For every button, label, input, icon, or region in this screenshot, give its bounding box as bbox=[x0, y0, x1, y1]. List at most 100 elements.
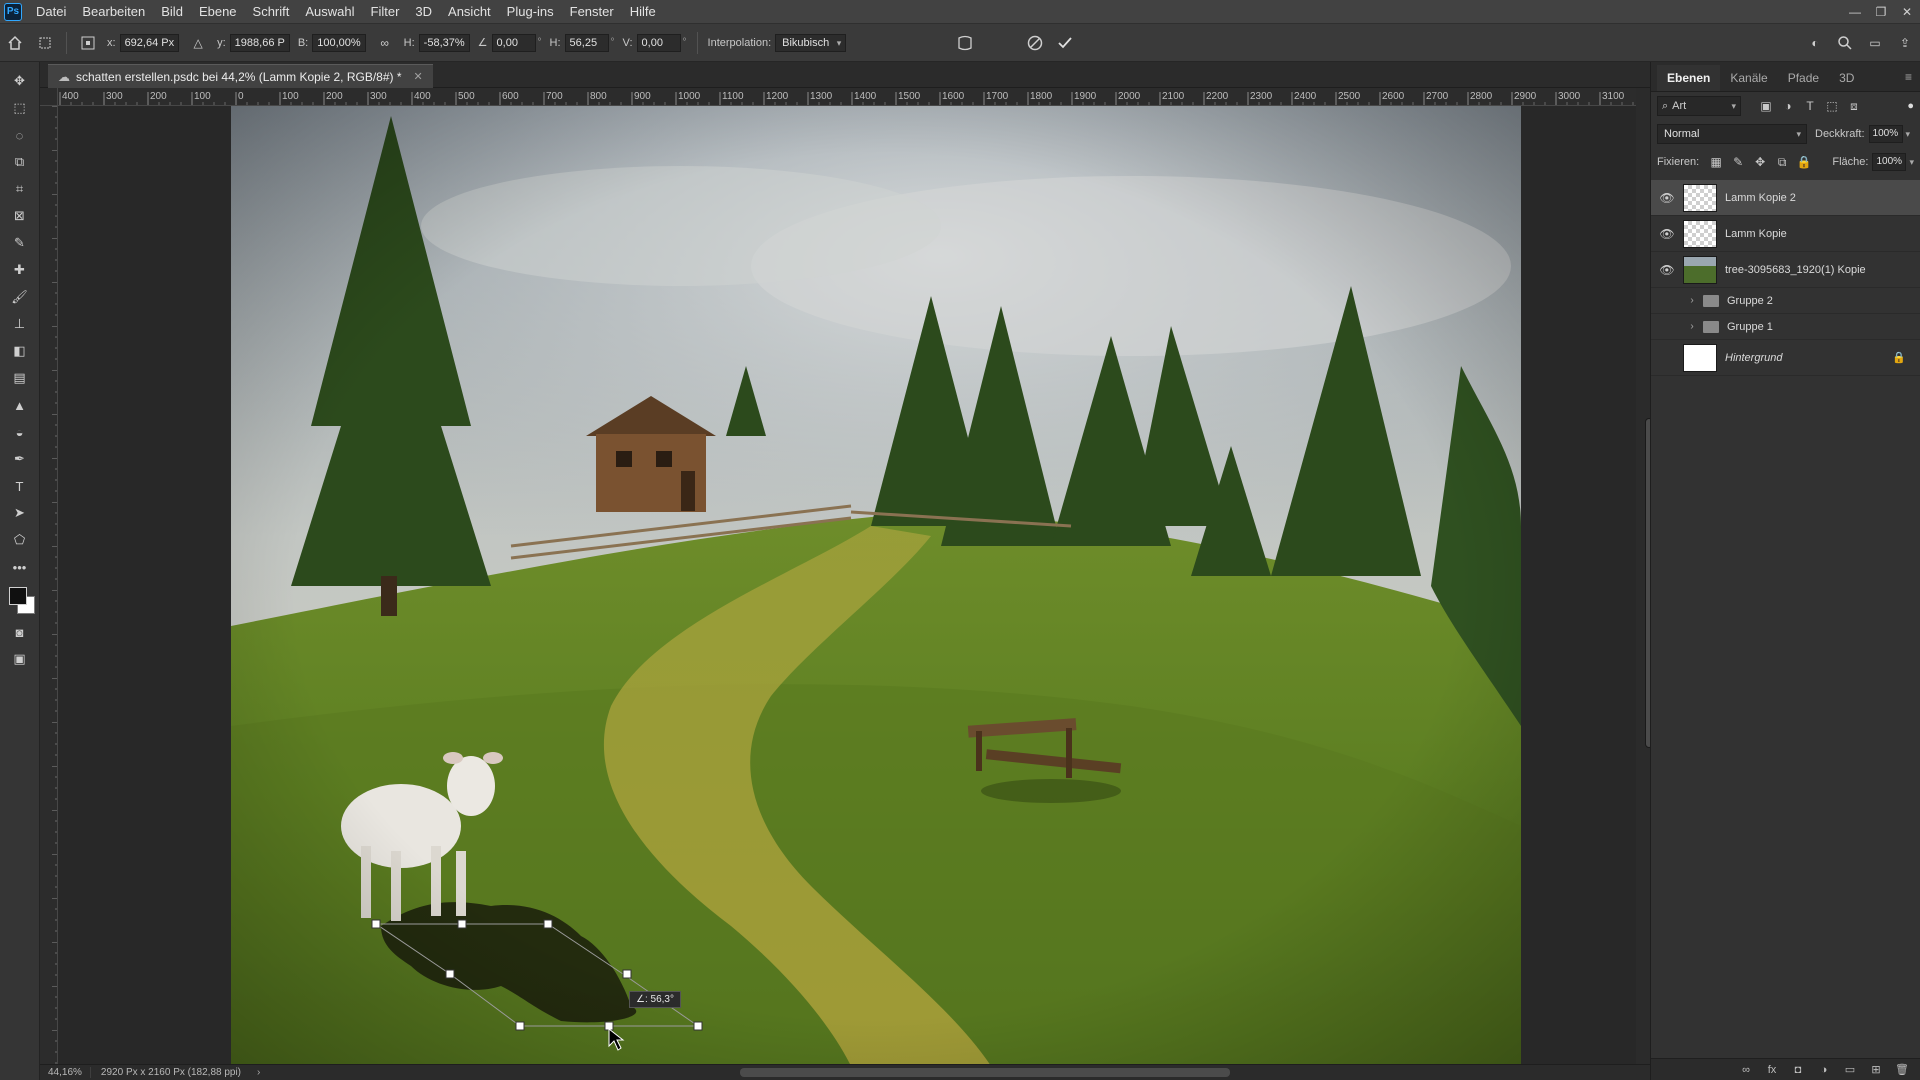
add-mask-icon[interactable]: ◘ bbox=[1785, 1064, 1811, 1076]
lock-all-icon[interactable]: 🔒 bbox=[1793, 155, 1815, 170]
filter-adjustment-icon[interactable]: ◑ bbox=[1777, 99, 1799, 114]
crop-tool-icon[interactable]: ⌗ bbox=[6, 176, 34, 202]
account-icon[interactable]: ◐ bbox=[1804, 32, 1826, 54]
document-tab[interactable]: ☁ schatten erstellen.psdc bei 44,2% (Lam… bbox=[48, 64, 433, 88]
transform-handle[interactable] bbox=[622, 969, 632, 979]
lock-artboard-icon[interactable]: ⧉ bbox=[1771, 155, 1793, 170]
width-input[interactable]: 100,00% bbox=[312, 33, 366, 52]
delete-layer-icon[interactable]: 🗑 bbox=[1889, 1063, 1915, 1076]
menu-auswahl[interactable]: Auswahl bbox=[297, 0, 362, 24]
interpolation-select[interactable]: Bikubisch bbox=[775, 33, 847, 52]
color-swatches[interactable] bbox=[5, 585, 35, 619]
height-input[interactable]: -58,37% bbox=[418, 33, 470, 52]
eye-hidden-icon[interactable]: · bbox=[1657, 351, 1677, 365]
transform-handle[interactable] bbox=[445, 969, 455, 979]
blend-mode-select[interactable]: Normal bbox=[1657, 124, 1807, 144]
shape-tool-icon[interactable]: ⬠ bbox=[6, 527, 34, 553]
transform-handle[interactable] bbox=[515, 1021, 525, 1031]
menu-bearbeiten[interactable]: Bearbeiten bbox=[74, 0, 153, 24]
type-tool-icon[interactable]: T bbox=[6, 473, 34, 499]
document-canvas[interactable] bbox=[58, 106, 1636, 1064]
chevron-down-icon[interactable]: ▾ bbox=[1906, 129, 1911, 140]
chevron-right-icon[interactable]: › bbox=[1685, 321, 1699, 332]
transform-handle[interactable] bbox=[371, 919, 381, 929]
layer-row[interactable]: 👁 Lamm Kopie bbox=[1651, 216, 1920, 252]
close-tab-icon[interactable]: ✕ bbox=[414, 70, 423, 83]
layer-row[interactable]: · Hintergrund 🔒 bbox=[1651, 340, 1920, 376]
lock-pixels-icon[interactable]: ✎ bbox=[1727, 155, 1749, 170]
opacity-input[interactable]: 100% bbox=[1868, 125, 1903, 143]
move-tool-icon[interactable]: ✥ bbox=[6, 68, 34, 94]
path-select-tool-icon[interactable]: ➤ bbox=[6, 500, 34, 526]
tab-ebenen[interactable]: Ebenen bbox=[1657, 65, 1721, 91]
menu-ebene[interactable]: Ebene bbox=[191, 0, 245, 24]
pen-tool-icon[interactable]: ✒ bbox=[6, 446, 34, 472]
screen-mode-icon[interactable]: ▣ bbox=[6, 646, 34, 672]
brush-tool-icon[interactable]: 🖌 bbox=[6, 284, 34, 310]
horizontal-scrollbar[interactable] bbox=[740, 1068, 1230, 1077]
eye-hidden-icon[interactable]: · bbox=[1657, 294, 1677, 308]
lock-transparency-icon[interactable]: ▦ bbox=[1705, 155, 1727, 170]
vertical-scrollbar[interactable] bbox=[1636, 88, 1653, 1064]
chevron-right-icon[interactable]: › bbox=[257, 1067, 260, 1078]
menu-bild[interactable]: Bild bbox=[153, 0, 191, 24]
x-input[interactable]: 692,64 Px bbox=[119, 33, 180, 52]
lasso-tool-icon[interactable]: ◌ bbox=[6, 122, 34, 148]
transform-handle[interactable] bbox=[543, 919, 553, 929]
filter-type-icon[interactable]: T bbox=[1799, 99, 1821, 114]
filter-shape-icon[interactable]: ⬚ bbox=[1821, 99, 1843, 114]
reference-point-icon[interactable] bbox=[77, 32, 99, 54]
menu-hilfe[interactable]: Hilfe bbox=[622, 0, 664, 24]
search-icon[interactable] bbox=[1834, 32, 1856, 54]
vskew-input[interactable]: 0,00 bbox=[636, 33, 681, 52]
transform-tool-icon[interactable] bbox=[34, 32, 56, 54]
object-select-tool-icon[interactable]: ⧉ bbox=[6, 149, 34, 175]
quick-mask-icon[interactable]: ◙ bbox=[6, 619, 34, 645]
tab-kanaele[interactable]: Kanäle bbox=[1720, 65, 1777, 91]
zoom-level[interactable]: 44,16% bbox=[40, 1067, 91, 1078]
eye-hidden-icon[interactable]: · bbox=[1657, 320, 1677, 334]
menu-filter[interactable]: Filter bbox=[363, 0, 408, 24]
commit-icon[interactable] bbox=[1054, 32, 1076, 54]
stamp-tool-icon[interactable]: ⊥ bbox=[6, 311, 34, 337]
link-icon[interactable]: ∞ bbox=[374, 32, 396, 54]
ruler-horizontal[interactable]: 400 300 200 100 0 100 200 300 400 500 600 700 800 900… bbox=[58, 88, 1636, 106]
layer-row[interactable]: 👁 tree-3095683_1920(1) Kopie bbox=[1651, 252, 1920, 288]
cancel-icon[interactable] bbox=[1024, 32, 1046, 54]
home-icon[interactable] bbox=[4, 32, 26, 54]
menu-3d[interactable]: 3D bbox=[407, 0, 440, 24]
eye-icon[interactable]: 👁 bbox=[1657, 191, 1677, 205]
filter-pixel-icon[interactable]: ▣ bbox=[1755, 99, 1777, 114]
filter-toggle-icon[interactable]: ● bbox=[1907, 100, 1914, 112]
group-row[interactable]: · › Gruppe 2 bbox=[1651, 288, 1920, 314]
panel-menu-icon[interactable]: ≡ bbox=[1905, 70, 1912, 84]
eye-icon[interactable]: 👁 bbox=[1657, 227, 1677, 241]
transform-handle[interactable] bbox=[693, 1021, 703, 1031]
menu-datei[interactable]: Datei bbox=[28, 0, 74, 24]
gradient-tool-icon[interactable]: ▤ bbox=[6, 365, 34, 391]
chevron-right-icon[interactable]: › bbox=[1685, 295, 1699, 306]
canvas-area[interactable]: ∠: 56,3° bbox=[58, 106, 1636, 1064]
new-layer-icon[interactable]: ⊞ bbox=[1863, 1063, 1889, 1076]
menu-plugins[interactable]: Plug-ins bbox=[499, 0, 562, 24]
restore-icon[interactable]: ❐ bbox=[1868, 0, 1894, 24]
minimize-icon[interactable]: — bbox=[1842, 0, 1868, 24]
ruler-vertical[interactable] bbox=[40, 106, 58, 1064]
link-layers-icon[interactable]: ∞ bbox=[1733, 1064, 1759, 1076]
foreground-color[interactable] bbox=[8, 587, 27, 605]
eraser-tool-icon[interactable]: ◧ bbox=[6, 338, 34, 364]
menu-schrift[interactable]: Schrift bbox=[245, 0, 298, 24]
group-row[interactable]: · › Gruppe 1 bbox=[1651, 314, 1920, 340]
blur-tool-icon[interactable]: ▲ bbox=[6, 392, 34, 418]
filter-smartobject-icon[interactable]: ⧈ bbox=[1843, 99, 1865, 114]
fill-input[interactable]: 100% bbox=[1872, 153, 1907, 171]
hskew-input[interactable]: 56,25 bbox=[564, 33, 609, 52]
lock-position-icon[interactable]: ✥ bbox=[1749, 155, 1771, 170]
y-input[interactable]: 1988,66 P bbox=[229, 33, 290, 52]
triangle-icon[interactable]: △ bbox=[187, 32, 209, 54]
frame-tool-icon[interactable]: ⊠ bbox=[6, 203, 34, 229]
marquee-tool-icon[interactable]: ⬚ bbox=[6, 95, 34, 121]
dodge-tool-icon[interactable]: ◒ bbox=[6, 419, 34, 445]
menu-ansicht[interactable]: Ansicht bbox=[440, 0, 499, 24]
healing-tool-icon[interactable]: ✚ bbox=[6, 257, 34, 283]
